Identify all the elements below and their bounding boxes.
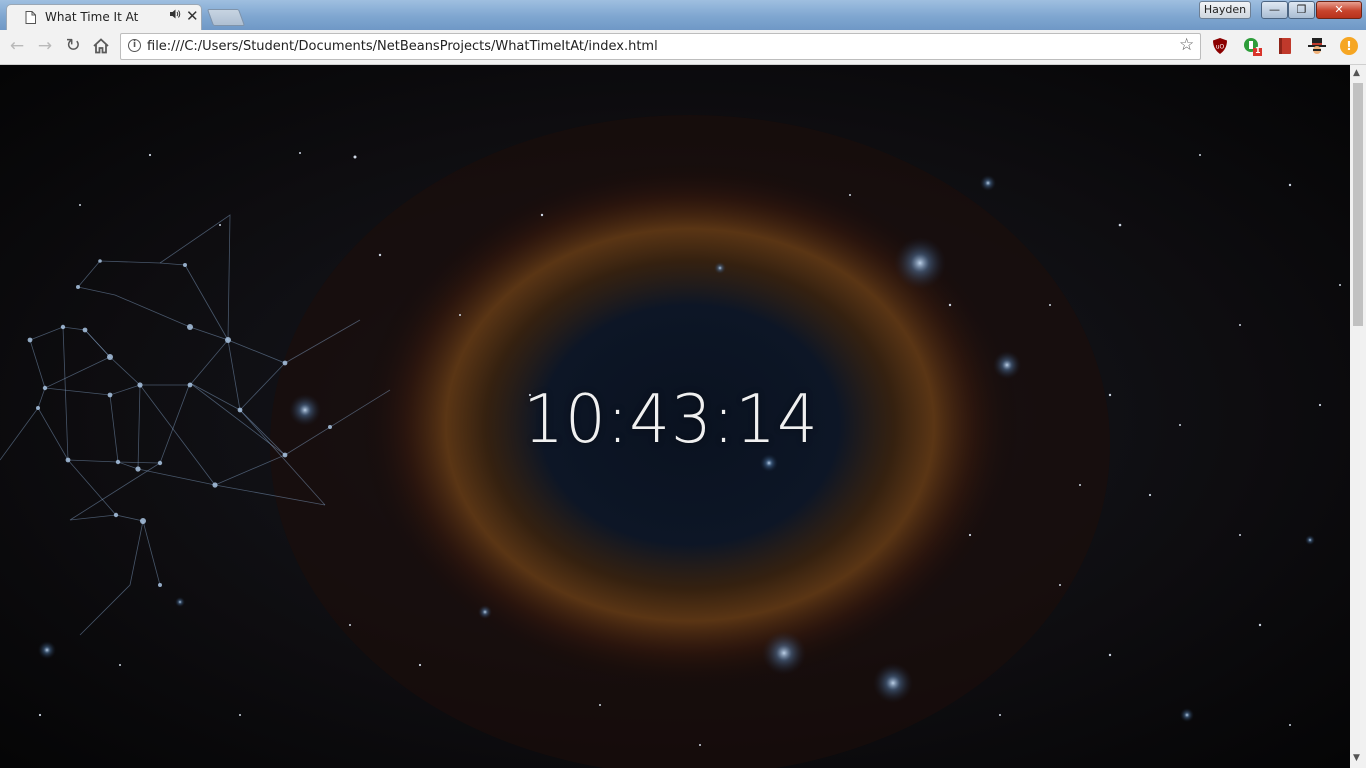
- scroll-down-arrow-icon[interactable]: ▼: [1353, 753, 1360, 763]
- svg-text:uO: uO: [1216, 44, 1225, 51]
- title-bar: What Time It At ✕ Hayden — ❐ ✕: [0, 0, 1366, 30]
- minimize-button[interactable]: —: [1261, 1, 1288, 19]
- scroll-up-arrow-icon[interactable]: ▲: [1353, 68, 1360, 78]
- hat-disguise-icon[interactable]: [1307, 37, 1326, 55]
- ublock-shield-icon[interactable]: uO: [1211, 37, 1229, 55]
- extension-badge-count: 1: [1255, 46, 1261, 55]
- page-viewport: 10:43:14: [0, 65, 1350, 768]
- scrollbar-thumb[interactable]: [1353, 83, 1363, 326]
- url-text[interactable]: file:///C:/Users/Student/Documents/NetBe…: [147, 39, 658, 54]
- tab-close-icon[interactable]: ✕: [186, 7, 199, 25]
- page-scrollbar[interactable]: ▲ ▼: [1350, 65, 1366, 768]
- address-bar[interactable]: i file:///C:/Users/Student/Documents/Net…: [120, 33, 1201, 60]
- clock-time: 10:43:14: [523, 381, 819, 459]
- reload-icon[interactable]: ↻: [62, 35, 84, 57]
- document-icon: [25, 11, 36, 24]
- book-extension-icon[interactable]: [1276, 37, 1294, 55]
- maximize-button[interactable]: ❐: [1288, 1, 1315, 19]
- home-icon[interactable]: [90, 35, 112, 57]
- green-extension-icon[interactable]: 1: [1243, 37, 1262, 56]
- new-tab-button[interactable]: [206, 9, 246, 26]
- tab-what-time-it-at[interactable]: What Time It At ✕: [6, 4, 202, 30]
- back-arrow-icon[interactable]: ←: [6, 35, 28, 57]
- browser-toolbar: ← → ↻ i file:///C:/Users/Student/Documen…: [0, 30, 1366, 65]
- tab-title: What Time It At: [45, 10, 139, 24]
- speaker-icon[interactable]: [169, 8, 181, 23]
- info-icon[interactable]: i: [128, 39, 141, 52]
- close-window-button[interactable]: ✕: [1316, 1, 1362, 19]
- forward-arrow-icon[interactable]: →: [34, 35, 56, 57]
- bookmark-star-icon[interactable]: ☆: [1179, 35, 1194, 55]
- profile-button[interactable]: Hayden: [1199, 1, 1251, 19]
- warning-icon[interactable]: !: [1340, 37, 1358, 55]
